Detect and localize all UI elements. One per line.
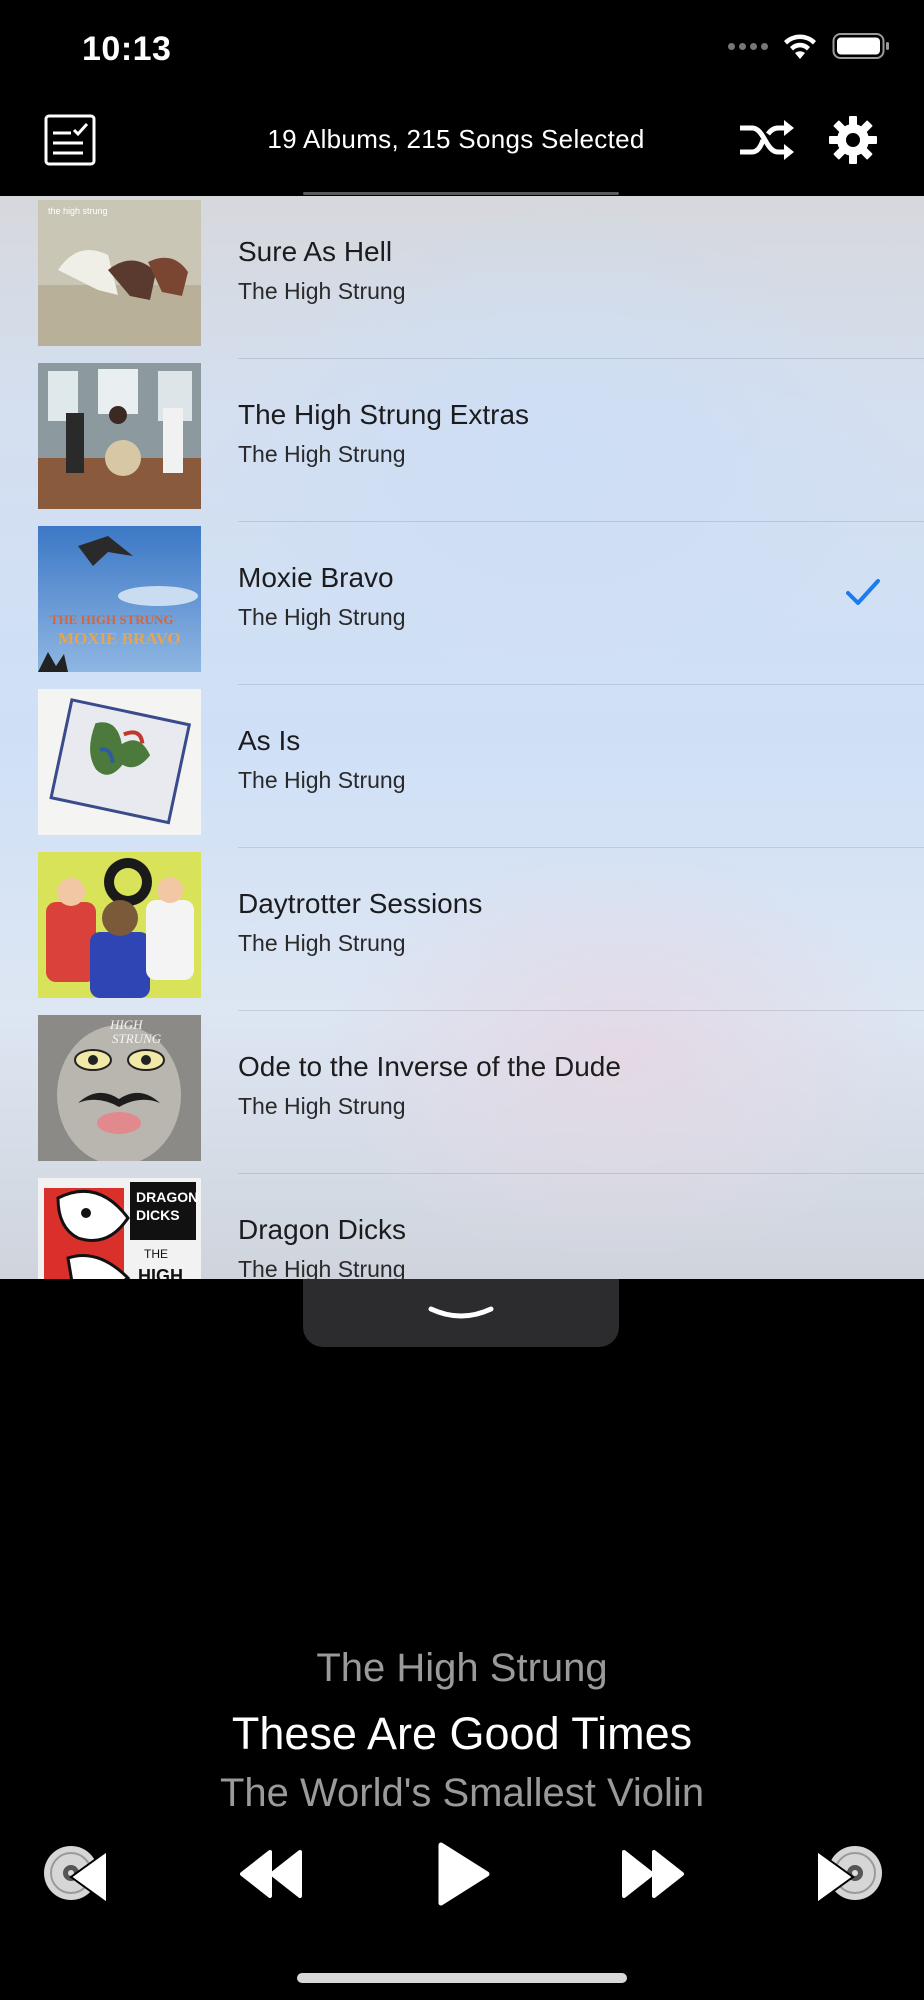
svg-text:THE HIGH STRUNG: THE HIGH STRUNG	[50, 612, 174, 627]
rewind-button[interactable]	[232, 1838, 308, 1910]
album-row[interactable]: Daytrotter Sessions The High Strung	[0, 848, 924, 1011]
svg-text:HIGH: HIGH	[138, 1266, 183, 1279]
album-artist: The High Strung	[238, 441, 406, 467]
play-button[interactable]	[424, 1838, 500, 1910]
previous-album-button[interactable]	[38, 1838, 112, 1910]
album-cover: the high strung	[38, 200, 201, 346]
album-row[interactable]: the high strung Sure As Hell The High St…	[0, 196, 924, 359]
status-time: 10:13	[82, 30, 172, 68]
album-row[interactable]: HIGH STRUNG Ode to the Inverse of the Du…	[0, 1011, 924, 1174]
fast-forward-icon	[622, 1850, 684, 1898]
collapse-list-button[interactable]	[303, 1279, 619, 1347]
album-list[interactable]: the high strung Sure As Hell The High St…	[0, 196, 924, 1279]
wifi-icon	[784, 34, 816, 59]
album-artist: The High Strung	[238, 604, 406, 630]
now-playing-artist: The High Strung	[316, 1646, 608, 1690]
svg-text:STRUNG: STRUNG	[112, 1031, 162, 1046]
album-artist: The High Strung	[238, 1093, 406, 1119]
album-cover	[38, 689, 201, 835]
gear-icon[interactable]	[823, 110, 883, 170]
previous-album-icon	[44, 1846, 108, 1905]
cellular-dots-icon	[728, 42, 768, 50]
status-bar: 10:13	[0, 0, 924, 100]
battery-icon	[832, 33, 889, 59]
now-playing-album: The World's Smallest Violin	[219, 1771, 705, 1815]
album-title: The High Strung Extras	[238, 399, 530, 430]
album-artist: The High Strung	[238, 1256, 406, 1279]
cover-label: the high strung	[48, 206, 108, 216]
svg-text:THE: THE	[144, 1247, 168, 1261]
tab-indicator	[303, 192, 619, 195]
album-title: Daytrotter Sessions	[238, 888, 483, 919]
checkmark-icon	[846, 578, 880, 611]
svg-text:HIGH: HIGH	[109, 1017, 143, 1032]
fast-forward-button[interactable]	[616, 1838, 692, 1910]
album-artist: The High Strung	[238, 278, 406, 304]
play-icon	[438, 1842, 490, 1906]
now-playing-song: These Are Good Times	[231, 1708, 693, 1759]
selection-summary: 19 Albums, 215 Songs Selected	[267, 124, 645, 154]
album-row[interactable]: THE HIGH STRUNG MOXIE BRAVO Moxie Bravo …	[0, 522, 924, 685]
rewind-icon	[240, 1850, 302, 1898]
album-cover: THE HIGH STRUNG MOXIE BRAVO	[38, 526, 201, 672]
album-row[interactable]: As Is The High Strung	[0, 685, 924, 848]
status-icons	[728, 32, 890, 60]
home-indicator	[297, 1973, 627, 1983]
chevron-down-icon	[428, 1306, 494, 1319]
album-row[interactable]: DRAGON DICKS THE HIGH Dragon Dicks The H…	[0, 1174, 924, 1279]
checklist-icon[interactable]	[40, 110, 100, 170]
album-cover	[38, 852, 201, 998]
album-title: Sure As Hell	[238, 236, 393, 267]
top-toolbar: 19 Albums, 215 Songs Selected	[0, 100, 924, 196]
album-cover: DRAGON DICKS THE HIGH	[38, 1178, 201, 1279]
album-title: Dragon Dicks	[238, 1214, 407, 1245]
album-title: Moxie Bravo	[238, 562, 394, 593]
album-cover: HIGH STRUNG	[38, 1015, 201, 1161]
svg-text:DICKS: DICKS	[136, 1207, 180, 1223]
svg-text:MOXIE BRAVO: MOXIE BRAVO	[58, 629, 181, 648]
album-artist: The High Strung	[238, 930, 406, 956]
album-artist: The High Strung	[238, 767, 406, 793]
album-title: Ode to the Inverse of the Dude	[238, 1051, 621, 1082]
next-album-icon	[816, 1846, 882, 1905]
svg-text:DRAGON: DRAGON	[136, 1189, 198, 1205]
next-album-button[interactable]	[812, 1838, 888, 1910]
album-row[interactable]: The High Strung Extras The High Strung	[0, 359, 924, 522]
shuffle-icon[interactable]	[736, 110, 796, 170]
album-cover	[38, 363, 201, 509]
album-title: As Is	[238, 725, 301, 756]
